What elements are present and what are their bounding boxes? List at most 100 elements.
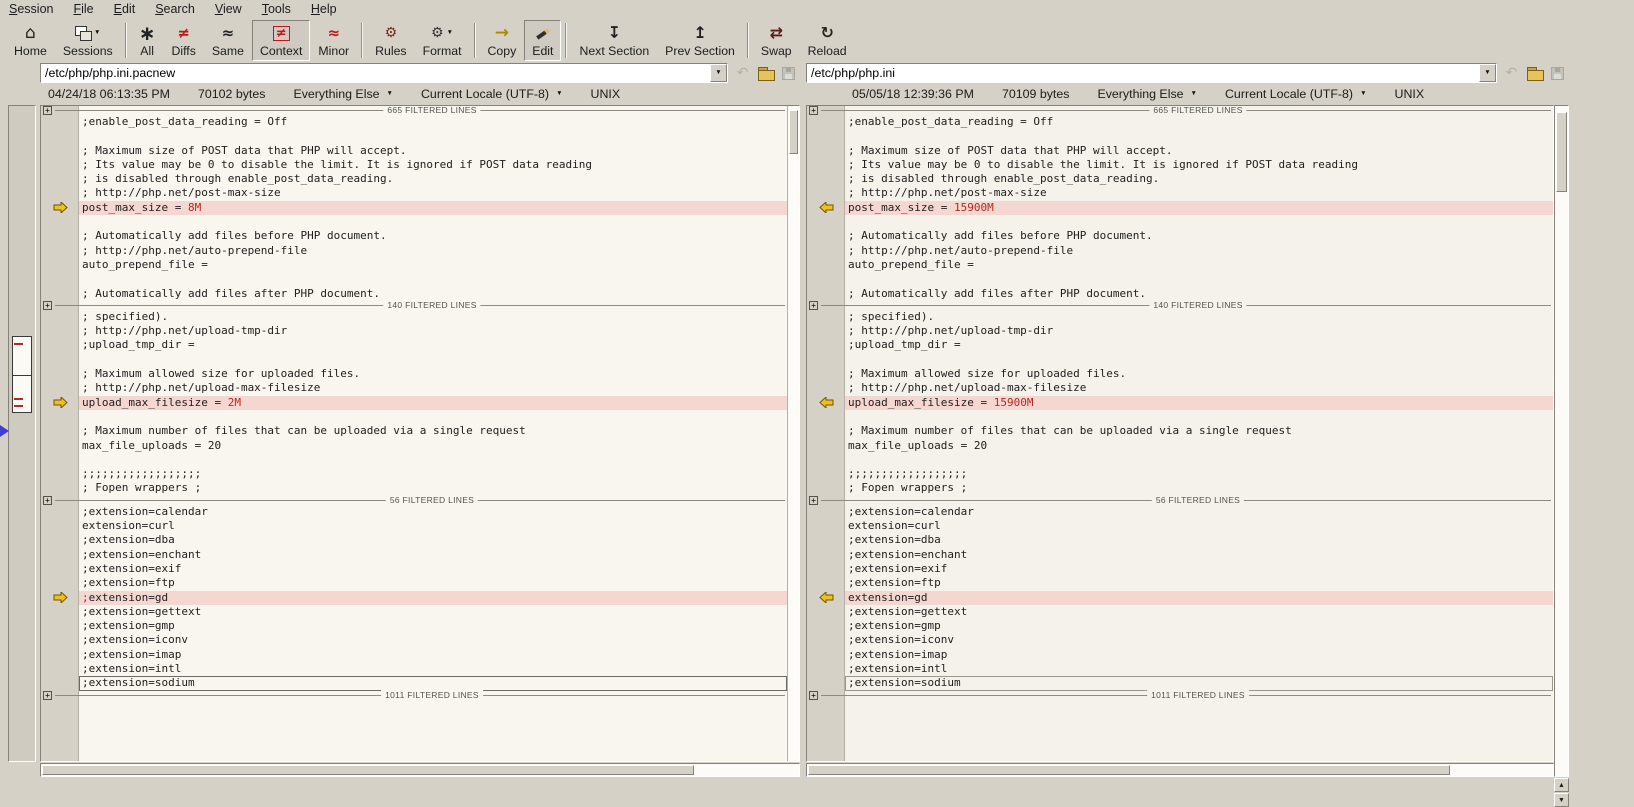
- code-line[interactable]: ;extension=intl: [41, 662, 787, 676]
- right-file-path-input[interactable]: [807, 64, 1479, 82]
- expand-filtered-button[interactable]: +: [43, 106, 52, 115]
- expand-filtered-button[interactable]: +: [809, 106, 818, 115]
- diff-line[interactable]: upload_max_filesize = 15900M: [807, 396, 1553, 410]
- menu-file[interactable]: File: [63, 1, 103, 18]
- code-line[interactable]: ;;;;;;;;;;;;;;;;;;: [41, 467, 787, 481]
- save-button[interactable]: [1546, 63, 1569, 83]
- code-line[interactable]: ;extension=ftp: [807, 576, 1553, 590]
- next-section-button[interactable]: ↧Next Section: [571, 20, 657, 61]
- edit-button[interactable]: Edit: [524, 20, 561, 61]
- code-line[interactable]: ;;;;;;;;;;;;;;;;;;: [807, 467, 1553, 481]
- revert-button[interactable]: ↶: [731, 63, 754, 83]
- code-line[interactable]: [41, 272, 787, 286]
- code-line[interactable]: ; http://php.net/upload-tmp-dir: [807, 324, 1553, 338]
- diffs-button[interactable]: ≠Diffs: [163, 20, 203, 61]
- left-pane-horizontal-scrollbar[interactable]: [40, 763, 800, 777]
- code-line[interactable]: ; Maximum size of POST data that PHP wil…: [807, 144, 1553, 158]
- code-line[interactable]: ; http://php.net/upload-max-filesize: [807, 381, 1553, 395]
- folder-open-button[interactable]: [1523, 63, 1546, 83]
- right-pane-vertical-scrollbar[interactable]: [1554, 105, 1569, 777]
- code-line[interactable]: ;extension=gmp: [41, 619, 787, 633]
- diff-marker-icon[interactable]: [53, 592, 68, 603]
- code-line[interactable]: ; Maximum size of POST data that PHP wil…: [41, 144, 787, 158]
- overview-map[interactable]: [8, 105, 36, 762]
- code-line[interactable]: ;extension=ftp: [41, 576, 787, 590]
- right-text-area[interactable]: +665 FILTERED LINES;enable_post_data_rea…: [807, 106, 1553, 761]
- code-line[interactable]: ;extension=imap: [807, 648, 1553, 662]
- code-line[interactable]: ;extension=sodium: [807, 676, 1553, 690]
- diff-line[interactable]: post_max_size = 8M: [41, 201, 787, 215]
- code-line[interactable]: ;extension=exif: [807, 562, 1553, 576]
- code-line[interactable]: ;extension=intl: [807, 662, 1553, 676]
- code-line[interactable]: ;extension=sodium: [41, 676, 787, 690]
- sessions-button[interactable]: ▼Sessions: [55, 20, 121, 61]
- diff-marker-icon[interactable]: [819, 397, 834, 408]
- code-line[interactable]: auto_prepend_file =: [807, 258, 1553, 272]
- same-button[interactable]: ≈Same: [204, 20, 252, 61]
- scrollbar-thumb[interactable]: [789, 110, 798, 154]
- menu-help[interactable]: Help: [301, 1, 347, 18]
- code-line[interactable]: ; Fopen wrappers ;: [807, 481, 1553, 495]
- code-line[interactable]: ; http://php.net/auto-prepend-file: [41, 244, 787, 258]
- expand-filtered-button[interactable]: +: [43, 301, 52, 310]
- scrollbar-thumb[interactable]: [808, 765, 1450, 775]
- code-line[interactable]: ;extension=iconv: [41, 633, 787, 647]
- code-line[interactable]: max_file_uploads = 20: [807, 439, 1553, 453]
- code-line[interactable]: ;upload_tmp_dir =: [41, 338, 787, 352]
- code-line[interactable]: ; is disabled through enable_post_data_r…: [41, 172, 787, 186]
- revert-button[interactable]: ↶: [1500, 63, 1523, 83]
- expand-filtered-button[interactable]: +: [809, 496, 818, 505]
- menu-search[interactable]: Search: [145, 1, 205, 18]
- left-pane-vertical-scrollbar[interactable]: [787, 106, 799, 761]
- left-file-path-input[interactable]: [41, 64, 710, 82]
- expand-filtered-button[interactable]: +: [43, 496, 52, 505]
- code-line[interactable]: [807, 215, 1553, 229]
- code-line[interactable]: extension=curl: [807, 519, 1553, 533]
- code-line[interactable]: ; Automatically add files after PHP docu…: [807, 287, 1553, 301]
- context-button[interactable]: ≠Context: [252, 20, 310, 61]
- diff-marker-icon[interactable]: [53, 202, 68, 213]
- code-line[interactable]: ;extension=gmp: [807, 619, 1553, 633]
- format-button[interactable]: ⚙▼Format: [415, 20, 470, 61]
- code-line[interactable]: ;extension=dba: [41, 533, 787, 547]
- code-line[interactable]: ; Automatically add files after PHP docu…: [41, 287, 787, 301]
- code-line[interactable]: ; is disabled through enable_post_data_r…: [807, 172, 1553, 186]
- diff-marker-icon[interactable]: [819, 202, 834, 213]
- code-line[interactable]: ; http://php.net/post-max-size: [807, 186, 1553, 200]
- code-line[interactable]: ;extension=calendar: [807, 505, 1553, 519]
- reload-button[interactable]: ↻Reload: [800, 20, 855, 61]
- code-line[interactable]: [41, 215, 787, 229]
- diff-line[interactable]: post_max_size = 15900M: [807, 201, 1553, 215]
- code-line[interactable]: ;extension=enchant: [41, 548, 787, 562]
- code-line[interactable]: ; specified).: [807, 310, 1553, 324]
- code-line[interactable]: ;extension=dba: [807, 533, 1553, 547]
- code-line[interactable]: ; Maximum number of files that can be up…: [41, 424, 787, 438]
- code-line[interactable]: ; Maximum number of files that can be up…: [807, 424, 1553, 438]
- code-line[interactable]: ;extension=exif: [41, 562, 787, 576]
- code-line[interactable]: ;extension=calendar: [41, 505, 787, 519]
- code-line[interactable]: ;enable_post_data_reading = Off: [807, 115, 1553, 129]
- scrollbar-thumb[interactable]: [42, 765, 694, 775]
- left-encoding-dropdown[interactable]: Current Locale (UTF-8) ▼: [421, 87, 563, 101]
- code-line[interactable]: ; Fopen wrappers ;: [41, 481, 787, 495]
- code-line[interactable]: [807, 410, 1553, 424]
- code-line[interactable]: [807, 353, 1553, 367]
- overview-viewport-box[interactable]: [12, 336, 32, 413]
- scroll-up-button[interactable]: ▲: [1554, 778, 1569, 792]
- menu-tools[interactable]: Tools: [252, 1, 301, 18]
- diff-line[interactable]: extension=gd: [807, 591, 1553, 605]
- diff-marker-icon[interactable]: [819, 592, 834, 603]
- scrollbar-thumb[interactable]: [1556, 112, 1567, 192]
- home-button[interactable]: ⌂Home: [6, 20, 55, 61]
- rules-button[interactable]: ⚙Rules: [367, 20, 414, 61]
- prev-section-button[interactable]: ↥Prev Section: [657, 20, 743, 61]
- right-path-dropdown-button[interactable]: ▼: [1479, 64, 1496, 82]
- code-line[interactable]: [41, 410, 787, 424]
- code-line[interactable]: ;extension=gettext: [807, 605, 1553, 619]
- code-line[interactable]: ; Automatically add files before PHP doc…: [41, 229, 787, 243]
- code-line[interactable]: ; http://php.net/upload-tmp-dir: [41, 324, 787, 338]
- code-line[interactable]: ; Its value may be 0 to disable the limi…: [41, 158, 787, 172]
- copy-button[interactable]: →Copy: [480, 20, 525, 61]
- diff-line[interactable]: ;extension=gd: [41, 591, 787, 605]
- code-line[interactable]: ;extension=imap: [41, 648, 787, 662]
